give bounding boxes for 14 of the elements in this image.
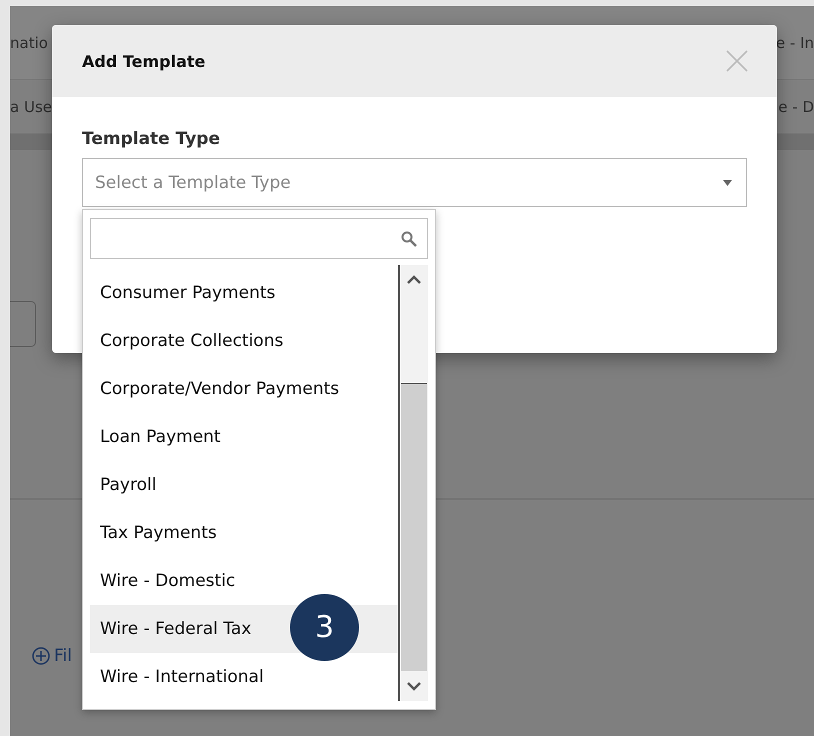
scroll-up-icon[interactable]	[407, 275, 421, 285]
scroll-down-icon[interactable]	[407, 681, 421, 691]
table-cell: e - In	[776, 34, 814, 52]
scrollbar[interactable]	[398, 265, 428, 701]
dialog-title: Add Template	[82, 52, 206, 70]
template-type-select[interactable]: Select a Template Type	[82, 158, 747, 207]
table-cell: natio	[10, 34, 48, 52]
field-label: Template Type	[82, 129, 221, 149]
table-cell: a Use	[10, 98, 52, 116]
table-cell: e - D	[778, 98, 814, 116]
search-icon	[401, 230, 417, 246]
search-field[interactable]	[90, 218, 428, 259]
plus-circle-icon	[32, 647, 50, 665]
caret-icon	[723, 180, 732, 186]
